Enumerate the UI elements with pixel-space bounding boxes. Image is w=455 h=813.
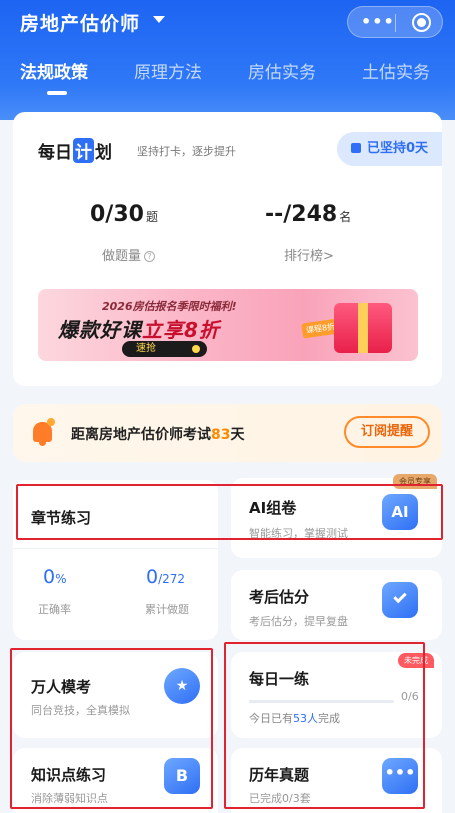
highlight-box-left — [10, 648, 213, 809]
done-count: 0/30 题 — [90, 202, 158, 227]
streak-badge[interactable]: 已坚持0天 — [337, 132, 442, 166]
banner-slogan: 爆款好课立享8折 — [58, 318, 220, 342]
highlight-box-right — [224, 642, 425, 809]
done-label[interactable]: 做题量? — [102, 245, 156, 264]
subscribe-reminder-button[interactable]: 订阅提醒 — [344, 416, 430, 448]
calendar-check-icon — [382, 582, 418, 618]
cumulative-label: 累计做题 — [145, 603, 189, 616]
gift-box-icon — [334, 303, 392, 353]
bell-icon — [33, 418, 55, 446]
tab-law-policy[interactable]: 法规政策 — [20, 58, 88, 83]
chevron-down-icon[interactable] — [153, 16, 165, 23]
mini-program-capsule: ••• — [347, 6, 443, 38]
score-estimate-title: 考后估分 — [249, 588, 310, 606]
daily-plan-card: 每日计划 坚持打卡，逐步提升 已坚持0天 0/30 题 做题量? --/248 名 … — [13, 112, 442, 386]
header-bar: 房地产估价师 ••• 法规政策 原理方法 房估实务 土估实务 — [0, 0, 455, 120]
app-title[interactable]: 房地产估价师 — [20, 9, 140, 36]
highlight-box-row — [16, 484, 443, 540]
banner-headline: 2026房估报名季限时福利! — [102, 300, 237, 313]
accuracy-value: 0% — [43, 566, 67, 588]
plan-subtitle: 坚持打卡，逐步提升 — [137, 145, 236, 158]
divider — [13, 548, 218, 549]
tab-principles[interactable]: 原理方法 — [134, 58, 202, 83]
leaderboard-link[interactable]: 排行榜> — [284, 245, 334, 264]
exam-countdown-text: 距离房地产估价师考试83天 — [71, 427, 245, 443]
exam-countdown-card: 距离房地产估价师考试83天 订阅提醒 — [13, 404, 442, 462]
rank-value: --/248 名 — [265, 202, 352, 227]
accuracy-label: 正确率 — [38, 603, 71, 616]
banner-grab-button[interactable]: 速抢 — [122, 341, 207, 357]
calendar-icon — [351, 143, 361, 153]
close-icon[interactable] — [412, 13, 431, 32]
capsule-divider — [395, 14, 396, 32]
score-estimate-subtitle: 考后估分，提早复盘 — [249, 615, 348, 628]
tab-house-practice[interactable]: 房估实务 — [248, 58, 316, 83]
tab-land-practice[interactable]: 土估实务 — [362, 58, 430, 83]
cumulative-count: 0/272 — [146, 566, 186, 588]
promo-banner[interactable]: 2026房估报名季限时福利! 爆款好课立享8折 速抢 课程8折 — [38, 289, 418, 361]
score-estimate-tile[interactable]: 考后估分 考后估分，提早复盘 — [231, 570, 442, 640]
more-icon[interactable]: ••• — [361, 12, 395, 31]
help-icon[interactable]: ? — [144, 251, 156, 262]
active-tab-indicator — [47, 91, 67, 95]
plan-logo: 每日计划 — [38, 138, 112, 163]
